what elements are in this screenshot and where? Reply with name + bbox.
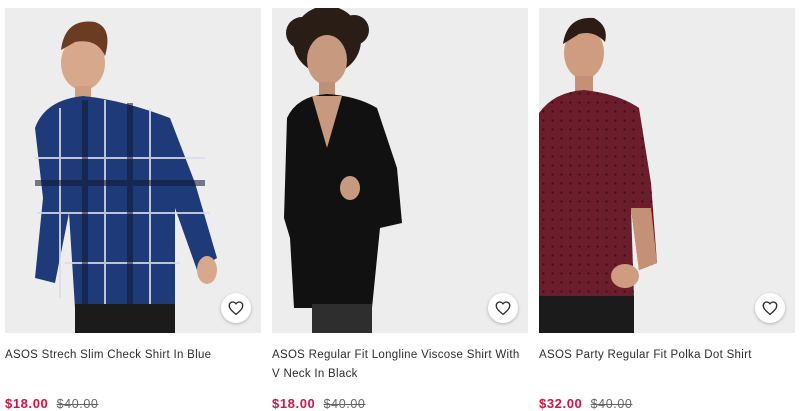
price-row: $18.00 $40.00 (272, 396, 528, 411)
product-image[interactable] (5, 8, 261, 333)
previous-price: $40.00 (323, 397, 366, 411)
product-photo-burgundy-polka-dot-shirt (539, 8, 795, 333)
price-row: $18.00 $40.00 (5, 396, 261, 411)
save-for-later-button[interactable] (488, 293, 518, 323)
heart-outline-icon (762, 301, 778, 316)
product-title[interactable]: ASOS Regular Fit Longline Viscose Shirt … (272, 346, 528, 386)
previous-price: $40.00 (590, 397, 633, 411)
product-photo-blue-check-shirt (5, 8, 261, 333)
save-for-later-button[interactable] (755, 293, 785, 323)
product-card[interactable]: ASOS Party Regular Fit Polka Dot Shirt $… (539, 8, 795, 411)
product-title[interactable]: ASOS Strech Slim Check Shirt In Blue (5, 346, 261, 386)
product-photo-black-longline-shirt (272, 8, 528, 333)
product-image[interactable] (272, 8, 528, 333)
save-for-later-button[interactable] (221, 293, 251, 323)
price-row: $32.00 $40.00 (539, 396, 795, 411)
current-price: $18.00 (272, 396, 316, 411)
current-price: $18.00 (5, 396, 49, 411)
current-price: $32.00 (539, 396, 583, 411)
product-card[interactable]: ASOS Regular Fit Longline Viscose Shirt … (272, 8, 528, 411)
product-image[interactable] (539, 8, 795, 333)
product-title[interactable]: ASOS Party Regular Fit Polka Dot Shirt (539, 346, 795, 386)
heart-outline-icon (495, 301, 511, 316)
heart-outline-icon (228, 301, 244, 316)
product-card[interactable]: ASOS Strech Slim Check Shirt In Blue $18… (5, 8, 261, 411)
previous-price: $40.00 (56, 397, 99, 411)
